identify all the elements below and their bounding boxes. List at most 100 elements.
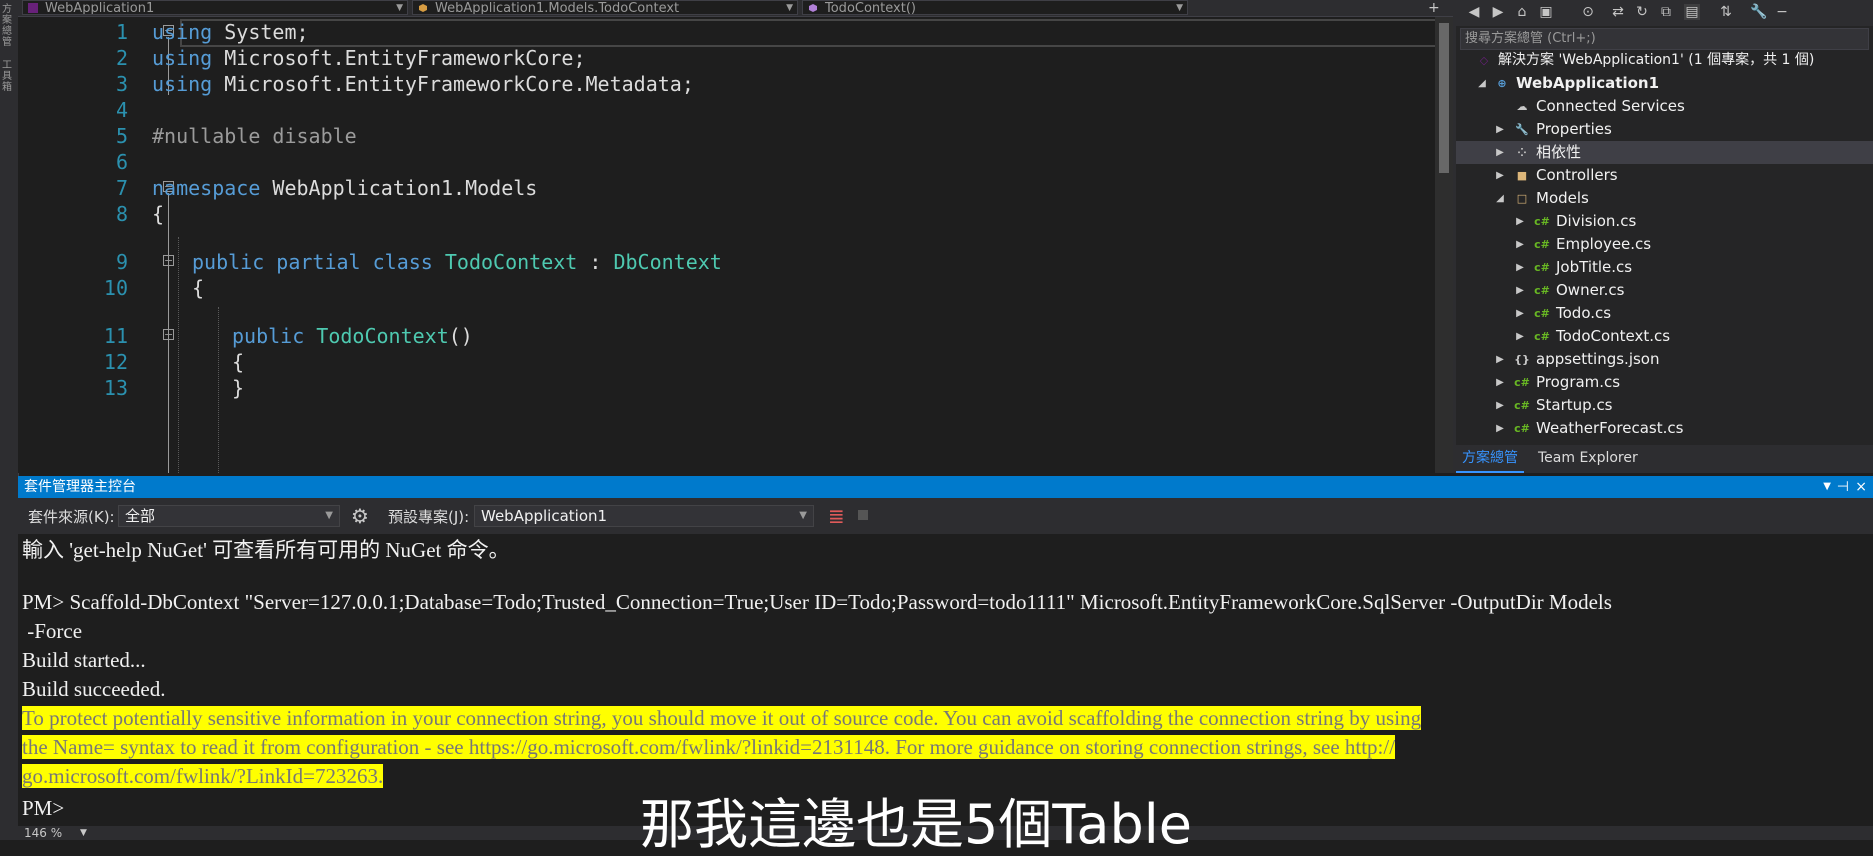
code-line-9[interactable]: public partial class TodoContext : DbCon…: [192, 250, 722, 274]
tree-item-appsettings[interactable]: ▶ {} appsettings.json: [1456, 348, 1873, 371]
code-editor[interactable]: 1 2 3 4 5 6 7 8 9 10 11 12 13 − − − − us…: [18, 17, 1453, 473]
clear-console-icon[interactable]: ≣: [828, 504, 845, 528]
code-line-10[interactable]: {: [192, 276, 204, 300]
code-line-13[interactable]: }: [232, 376, 244, 400]
editor-vertical-scrollbar[interactable]: [1435, 17, 1453, 473]
code-line-5[interactable]: #nullable disable: [152, 124, 357, 148]
collapsed-arrow-icon[interactable]: ▶: [1514, 256, 1526, 279]
close-icon[interactable]: ×: [1855, 476, 1867, 498]
expanded-arrow-icon[interactable]: ◢: [1476, 72, 1488, 95]
package-source-dropdown[interactable]: 全部 ▼: [118, 505, 340, 527]
chevron-down-icon[interactable]: ▼: [80, 826, 87, 840]
project-dropdown[interactable]: WebApplication1 ▼: [22, 0, 408, 15]
tree-item-controllers[interactable]: ▶ ■ Controllers: [1456, 164, 1873, 187]
tree-item-properties[interactable]: ▶ 🔧 Properties: [1456, 118, 1873, 141]
switch-views-icon[interactable]: ▣: [1538, 4, 1554, 20]
solution-explorer-side-tab[interactable]: 方案總管: [2, 4, 16, 48]
code-line-3[interactable]: using Microsoft.EntityFrameworkCore.Meta…: [152, 72, 694, 96]
forward-icon[interactable]: ▶: [1490, 4, 1506, 20]
tree-item-startup[interactable]: ▶ c# Startup.cs: [1456, 394, 1873, 417]
line-number: 2: [115, 46, 128, 70]
tree-item-program[interactable]: ▶ c# Program.cs: [1456, 371, 1873, 394]
collapsed-arrow-icon[interactable]: ▶: [1494, 371, 1506, 394]
console-prompt[interactable]: PM>: [22, 796, 64, 821]
properties-wrench-icon[interactable]: 🔧: [1750, 4, 1767, 20]
code-line-12[interactable]: {: [232, 350, 244, 374]
project-node[interactable]: ◢ ⊕ WebApplication1: [1456, 72, 1873, 95]
tree-item-division[interactable]: ▶ c# Division.cs: [1456, 210, 1873, 233]
line-number: 4: [115, 98, 128, 122]
tree-item-jobtitle[interactable]: ▶ c# JobTitle.cs: [1456, 256, 1873, 279]
collapsed-arrow-icon[interactable]: ▶: [1514, 302, 1526, 325]
chevron-down-icon: ▼: [786, 3, 793, 13]
code-line-2[interactable]: using Microsoft.EntityFrameworkCore;: [152, 46, 586, 70]
scrollbar-thumb[interactable]: [1439, 23, 1449, 173]
collapsed-arrow-icon[interactable]: ▶: [1494, 141, 1506, 164]
console-build-started: Build started...: [22, 648, 146, 672]
zoom-level[interactable]: 146 %: [24, 826, 62, 840]
collapse-toggle-icon[interactable]: −: [163, 329, 174, 340]
collapsed-arrow-icon[interactable]: ▶: [1514, 233, 1526, 256]
console-title-bar: 套件管理器主控台 ▼ ⊣ ×: [18, 476, 1873, 498]
stop-icon[interactable]: [858, 510, 868, 520]
collapsed-arrow-icon[interactable]: ▶: [1494, 348, 1506, 371]
tree-item-dependencies[interactable]: ▶ ⁘ 相依性: [1456, 141, 1873, 164]
code-text: Microsoft.EntityFrameworkCore;: [212, 46, 586, 70]
back-icon[interactable]: ◀: [1466, 4, 1482, 20]
tree-item-label: WeatherForecast.cs: [1536, 419, 1684, 437]
tab-team-explorer[interactable]: Team Explorer: [1532, 445, 1644, 471]
tree-item-weatherforecast[interactable]: ▶ c# WeatherForecast.cs: [1456, 417, 1873, 440]
collapse-all-icon[interactable]: ⧉: [1658, 4, 1674, 20]
collapsed-arrow-icon[interactable]: ▶: [1494, 118, 1506, 141]
line-number: 12: [103, 350, 128, 374]
member-dropdown[interactable]: TodoContext() ▼: [802, 0, 1188, 15]
code-line-7[interactable]: namespace WebApplication1.Models: [152, 176, 537, 200]
collapsed-arrow-icon[interactable]: ▶: [1494, 164, 1506, 187]
pin-icon[interactable]: ⊣: [1837, 476, 1849, 498]
class-dropdown[interactable]: WebApplication1.Models.TodoContext ▼: [412, 0, 798, 15]
collapsed-arrow-icon[interactable]: ▶: [1514, 325, 1526, 348]
code-line-11[interactable]: public TodoContext(): [232, 324, 473, 348]
show-all-files-icon[interactable]: ▤: [1684, 4, 1700, 20]
toolbox-side-tab[interactable]: 工具箱: [2, 60, 16, 93]
solution-node[interactable]: ◇ 解決方案 'WebApplication1' (1 個專案，共 1 個): [1456, 49, 1873, 72]
sync-icon[interactable]: ⇄: [1610, 4, 1626, 20]
minimize-icon[interactable]: −: [1774, 4, 1790, 20]
line-number: 11: [103, 324, 128, 348]
default-project-dropdown[interactable]: WebApplication1 ▼: [474, 505, 814, 527]
pending-changes-filter-icon[interactable]: ⊙: [1580, 4, 1596, 20]
console-output[interactable]: 輸入 'get-help NuGet' 可查看所有可用的 NuGet 命令。 P…: [18, 534, 1873, 828]
tree-item-connected-services[interactable]: ☁ Connected Services: [1456, 95, 1873, 118]
refresh-icon[interactable]: ↻: [1634, 4, 1650, 20]
tree-item-label: 相依性: [1536, 143, 1582, 161]
solution-explorer-search-input[interactable]: 搜尋方案總管 (Ctrl+;): [1460, 28, 1869, 50]
chevron-down-icon: ▼: [1176, 3, 1183, 13]
warning-text: go.microsoft.com/fwlink/?LinkId=723263.: [22, 764, 384, 788]
tree-item-models[interactable]: ◢ □ Models: [1456, 187, 1873, 210]
code-line-8[interactable]: {: [152, 202, 164, 226]
window-options-icon[interactable]: ▼: [1823, 476, 1831, 498]
keyword-token: using: [152, 46, 213, 70]
editor-navigation-bar: WebApplication1 ▼ WebApplication1.Models…: [18, 0, 1453, 17]
tab-solution-explorer[interactable]: 方案總管: [1456, 445, 1524, 473]
line-number: 13: [103, 376, 128, 400]
line-number: 10: [103, 276, 128, 300]
collapse-toggle-icon[interactable]: −: [163, 255, 174, 266]
tree-item-owner[interactable]: ▶ c# Owner.cs: [1456, 279, 1873, 302]
preview-icon[interactable]: ⇅: [1718, 4, 1734, 20]
code-line-1[interactable]: using System;: [152, 20, 309, 44]
csharp-file-icon: c#: [1534, 330, 1550, 343]
collapsed-arrow-icon[interactable]: ▶: [1514, 279, 1526, 302]
collapsed-arrow-icon[interactable]: ▶: [1494, 394, 1506, 417]
collapsed-arrow-icon[interactable]: ▶: [1514, 210, 1526, 233]
tree-item-todo[interactable]: ▶ c# Todo.cs: [1456, 302, 1873, 325]
console-help-line: 輸入 'get-help NuGet' 可查看所有可用的 NuGet 命令。: [22, 538, 510, 562]
home-icon[interactable]: ⌂: [1514, 4, 1530, 20]
settings-gear-icon[interactable]: ⚙: [351, 504, 369, 528]
split-editor-icon[interactable]: +: [1428, 0, 1448, 16]
tree-item-todocontext[interactable]: ▶ c# TodoContext.cs: [1456, 325, 1873, 348]
code-text: System;: [212, 20, 309, 44]
collapsed-arrow-icon[interactable]: ▶: [1494, 417, 1506, 440]
expanded-arrow-icon[interactable]: ◢: [1494, 187, 1506, 210]
tree-item-employee[interactable]: ▶ c# Employee.cs: [1456, 233, 1873, 256]
